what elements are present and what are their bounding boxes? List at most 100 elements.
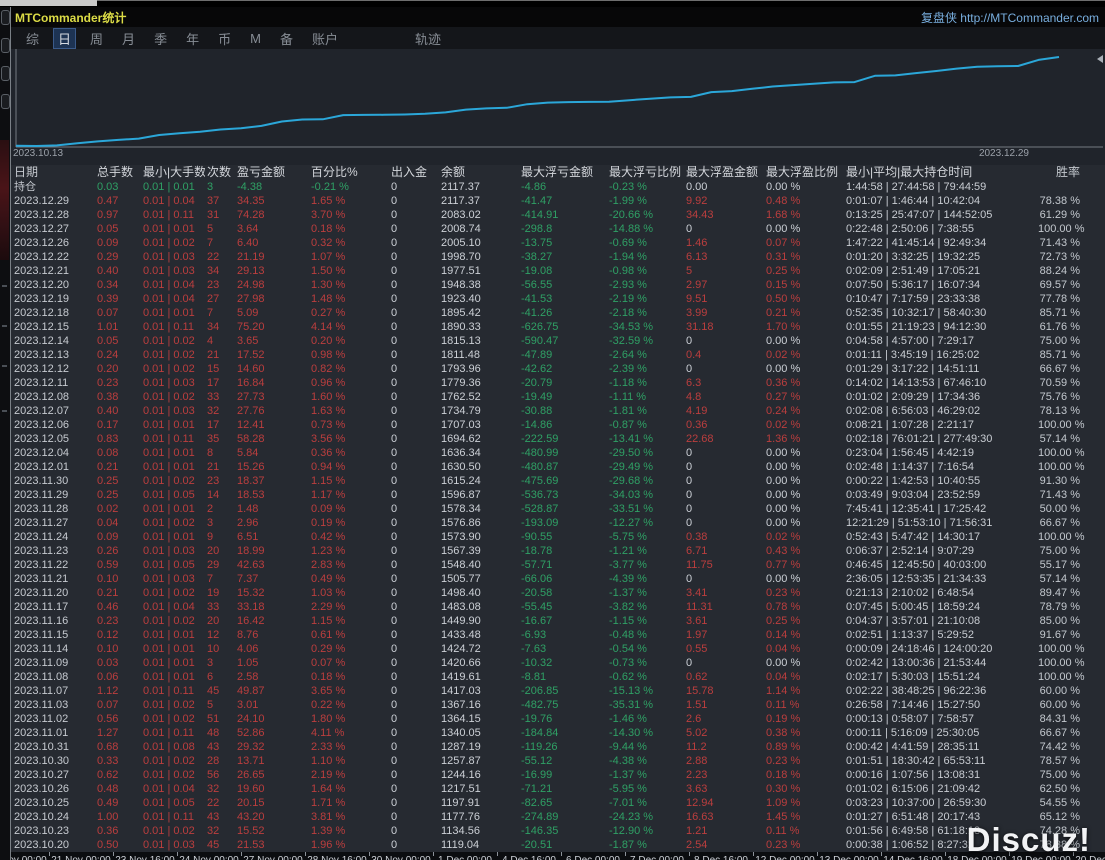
column-header[interactable]: 最大浮亏金额 [519, 165, 607, 180]
table-row[interactable]: 2023.12.270.050.01 | 0.0153.640.18 %0200… [11, 222, 1105, 236]
table-row[interactable]: 2023.12.010.210.01 | 0.012115.260.94 %01… [11, 460, 1105, 474]
table-row[interactable]: 2023.12.220.290.01 | 0.032221.191.07 %01… [11, 250, 1105, 264]
menu-item-轨迹[interactable]: 轨迹 [410, 28, 446, 49]
table-row[interactable]: 2023.12.060.170.01 | 0.011712.410.73 %01… [11, 418, 1105, 432]
table-row[interactable]: 2023.12.290.470.01 | 0.043734.351.65 %02… [11, 194, 1105, 208]
table-row[interactable]: 2023.11.270.040.01 | 0.0232.960.19 %0157… [11, 516, 1105, 530]
menu-item-季[interactable]: 季 [149, 28, 172, 49]
column-header[interactable]: 最小|平均|最大持仓时间 [844, 165, 1036, 180]
table-row[interactable]: 2023.12.130.240.01 | 0.022117.520.98 %01… [11, 348, 1105, 362]
cell: 0.94 % [309, 460, 389, 474]
table-row[interactable]: 2023.12.200.340.01 | 0.042324.981.30 %01… [11, 278, 1105, 292]
cell: 0 [389, 796, 439, 810]
table-row[interactable]: 2023.12.280.970.01 | 0.113174.283.70 %02… [11, 208, 1105, 222]
table-row[interactable]: 2023.12.080.380.01 | 0.023327.731.60 %01… [11, 390, 1105, 404]
menu-item-备[interactable]: 备 [275, 28, 298, 49]
menu-item-M[interactable]: M [245, 30, 266, 47]
column-header[interactable]: 最小|大手数 [141, 165, 205, 180]
table-row[interactable]: 2023.11.300.250.01 | 0.022318.371.15 %01… [11, 474, 1105, 488]
table-row[interactable]: 2023.10.260.480.01 | 0.043219.601.64 %01… [11, 782, 1105, 796]
table-row[interactable]: 2023.12.070.400.01 | 0.033227.761.63 %01… [11, 404, 1105, 418]
cell: 3.81 % [309, 810, 389, 824]
table-row[interactable]: 2023.12.140.050.01 | 0.0243.650.20 %0181… [11, 334, 1105, 348]
column-header[interactable]: 次数 [205, 165, 235, 180]
table-row[interactable]: 2023.11.240.090.01 | 0.0196.510.42 %0157… [11, 530, 1105, 544]
cell: 0.01 | 0.02 [141, 824, 205, 838]
table-row[interactable]: 2023.11.150.120.01 | 0.01128.760.61 %014… [11, 628, 1105, 642]
cell: -20.66 % [607, 208, 684, 222]
table-row[interactable]: 2023.11.071.120.01 | 0.114549.873.65 %01… [11, 684, 1105, 698]
cell: -6.93 [519, 628, 607, 642]
table-row[interactable]: 2023.11.290.250.01 | 0.051418.531.17 %01… [11, 488, 1105, 502]
column-header[interactable]: 百分比% [309, 165, 389, 180]
cell: 22 [205, 796, 235, 810]
table-row[interactable]: 2023.12.040.080.01 | 0.0185.840.36 %0163… [11, 446, 1105, 460]
table-row[interactable]: 2023.11.030.070.01 | 0.0253.010.22 %0136… [11, 698, 1105, 712]
table-row[interactable]: 2023.12.180.070.01 | 0.0175.090.27 %0189… [11, 306, 1105, 320]
cell: 0.01 | 0.01 [141, 306, 205, 320]
cell: 1998.70 [439, 250, 519, 264]
cell: 1:44:58 | 27:44:58 | 79:44:59 [844, 180, 1036, 194]
table-row[interactable]: 2023.10.300.330.01 | 0.022813.711.10 %01… [11, 754, 1105, 768]
table-row[interactable]: 2023.10.230.360.01 | 0.023215.521.39 %01… [11, 824, 1105, 838]
menu-item-币[interactable]: 币 [213, 28, 236, 49]
column-header[interactable]: 盈亏金额 [235, 165, 309, 180]
cell: 0 [389, 782, 439, 796]
table-row[interactable]: 2023.11.170.460.01 | 0.043333.182.29 %01… [11, 600, 1105, 614]
menu-item-综[interactable]: 综 [21, 28, 44, 49]
cell: 1.51 [684, 698, 764, 712]
cell: 0.02 % [764, 418, 844, 432]
table-row[interactable]: 2023.10.250.490.01 | 0.052220.151.71 %01… [11, 796, 1105, 810]
table-row[interactable]: 2023.11.011.270.01 | 0.114852.864.11 %01… [11, 726, 1105, 740]
table-row[interactable]: 2023.12.151.010.01 | 0.113475.204.14 %01… [11, 320, 1105, 334]
table-row[interactable]: 2023.11.090.030.01 | 0.0131.050.07 %0142… [11, 656, 1105, 670]
table-row[interactable]: 2023.12.050.830.01 | 0.113558.283.56 %01… [11, 432, 1105, 446]
cell: 6.3 [684, 376, 764, 390]
title-bar[interactable]: MTCommander统计 复盘侠 http://MTCommander.com [11, 7, 1105, 27]
table-row[interactable]: 2023.12.110.230.01 | 0.031716.840.96 %01… [11, 376, 1105, 390]
menu-item-周[interactable]: 周 [85, 28, 108, 49]
table-row[interactable]: 2023.11.020.560.01 | 0.025124.101.80 %01… [11, 712, 1105, 726]
table-row[interactable]: 2023.10.200.500.01 | 0.034521.531.96 %01… [11, 838, 1105, 852]
cell: 10 [205, 642, 235, 656]
column-header[interactable]: 最大浮盈比例 [764, 165, 844, 180]
cell: 0 [389, 670, 439, 684]
menu-item-日[interactable]: 日 [53, 28, 76, 49]
table-row[interactable]: 2023.12.260.090.01 | 0.0276.400.32 %0200… [11, 236, 1105, 250]
chart-scroll-marker[interactable] [1097, 55, 1103, 63]
cell: 7.37 [235, 572, 309, 586]
table-row[interactable]: 2023.12.120.200.01 | 0.021514.600.82 %01… [11, 362, 1105, 376]
table-row[interactable]: 2023.10.241.000.01 | 0.114343.203.81 %01… [11, 810, 1105, 824]
table-row[interactable]: 2023.11.160.230.01 | 0.022016.421.15 %01… [11, 614, 1105, 628]
column-header[interactable]: 总手数 [95, 165, 141, 180]
cell: 0.01 | 0.02 [141, 586, 205, 600]
table-row[interactable]: 2023.10.270.620.01 | 0.025626.652.19 %01… [11, 768, 1105, 782]
menu-item-年[interactable]: 年 [181, 28, 204, 49]
column-header[interactable]: 余额 [439, 165, 519, 180]
cell: 4.06 [235, 642, 309, 656]
table-row[interactable]: 2023.11.220.590.01 | 0.052942.632.83 %01… [11, 558, 1105, 572]
column-header[interactable]: 最大浮盈金额 [684, 165, 764, 180]
table-row-holding[interactable]: 持仓0.030.01 | 0.013-4.38-0.21 %02117.37-4… [11, 180, 1105, 194]
menu-item-月[interactable]: 月 [117, 28, 140, 49]
column-header[interactable]: 胜率 [1036, 165, 1105, 180]
table-row[interactable]: 2023.11.140.100.01 | 0.01104.060.29 %014… [11, 642, 1105, 656]
column-header[interactable]: 日期 [11, 165, 95, 180]
cell: 2.97 [684, 278, 764, 292]
cell: 2023.12.12 [11, 362, 95, 376]
cell: 60.00 % [1036, 684, 1105, 698]
table-row[interactable]: 2023.12.190.390.01 | 0.042727.981.48 %01… [11, 292, 1105, 306]
table-row[interactable]: 2023.11.210.100.01 | 0.0377.370.49 %0150… [11, 572, 1105, 586]
cell: 11.75 [684, 558, 764, 572]
cell: 2023.10.31 [11, 740, 95, 754]
table-row[interactable]: 2023.11.280.020.01 | 0.0121.480.09 %0157… [11, 502, 1105, 516]
column-header[interactable]: 出入金 [389, 165, 439, 180]
table-row[interactable]: 2023.11.080.060.01 | 0.0162.580.18 %0141… [11, 670, 1105, 684]
brand-link[interactable]: 复盘侠 http://MTCommander.com [921, 9, 1099, 26]
column-header[interactable]: 最大浮亏比例 [607, 165, 684, 180]
table-row[interactable]: 2023.10.310.680.01 | 0.084329.322.33 %01… [11, 740, 1105, 754]
menu-item-账户[interactable]: 账户 [307, 28, 343, 49]
table-row[interactable]: 2023.11.230.260.01 | 0.032018.991.23 %01… [11, 544, 1105, 558]
table-row[interactable]: 2023.11.200.210.01 | 0.021915.321.03 %01… [11, 586, 1105, 600]
table-row[interactable]: 2023.12.210.400.01 | 0.033429.131.50 %01… [11, 264, 1105, 278]
